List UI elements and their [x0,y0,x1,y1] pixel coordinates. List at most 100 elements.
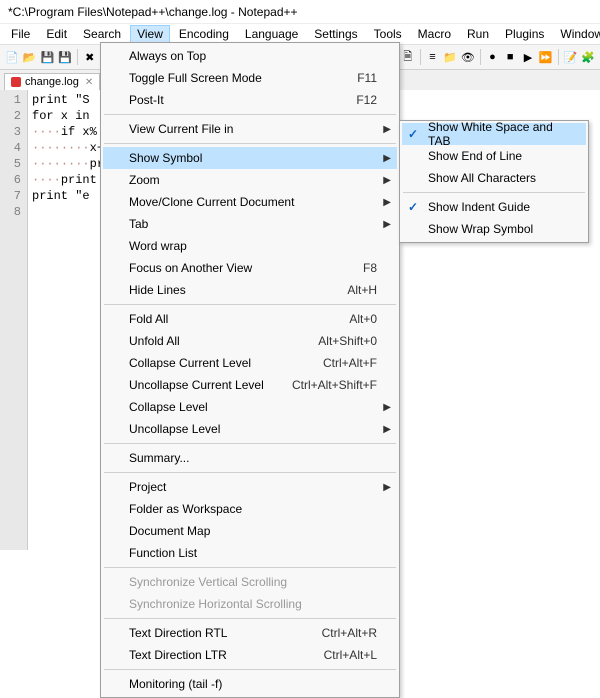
menu-item-accelerator: Ctrl+Alt+L [324,648,377,662]
menu-item-collapse-current-level[interactable]: Collapse Current LevelCtrl+Alt+F [103,352,397,374]
toolbar-separator [480,49,481,65]
menu-item-accelerator: Ctrl+Alt+Shift+F [292,378,377,392]
menu-language[interactable]: Language [238,25,305,43]
saveall-button[interactable]: 💾 [57,48,73,66]
menu-item-label: Unfold All [129,334,294,348]
docmap-button[interactable]: 🗎 [400,48,416,66]
stop-button[interactable]: ■ [502,48,518,66]
menu-item-zoom[interactable]: Zoom▶ [103,169,397,191]
menu-encoding[interactable]: Encoding [172,25,236,43]
menu-item-label: Project [129,480,377,494]
submenu-arrow-icon: ▶ [383,153,391,164]
note-button[interactable]: 📝 [562,48,578,66]
menu-item-label: Show White Space and TAB [428,120,576,148]
eye-button[interactable]: 👁 [460,48,476,66]
menu-item-text-direction-ltr[interactable]: Text Direction LTRCtrl+Alt+L [103,644,397,666]
new-button[interactable]: 📄 [4,48,20,66]
menu-item-label: Tab [129,217,377,231]
menu-plugins[interactable]: Plugins [498,25,551,43]
menu-item-hide-lines[interactable]: Hide LinesAlt+H [103,279,397,301]
menu-tools[interactable]: Tools [367,25,409,43]
menu-item-label: Show Wrap Symbol [428,222,576,236]
menu-item-accelerator: F12 [356,93,377,107]
menu-item-project[interactable]: Project ▶ [103,476,397,498]
menu-item-fold-all[interactable]: Fold AllAlt+0 [103,308,397,330]
submenu-arrow-icon: ▶ [383,197,391,208]
menu-item-label: Fold All [129,312,325,326]
menu-item-uncollapse-current-level[interactable]: Uncollapse Current LevelCtrl+Alt+Shift+F [103,374,397,396]
play-button[interactable]: ▶ [520,48,536,66]
menu-item-text-direction-rtl[interactable]: Text Direction RTLCtrl+Alt+R [103,622,397,644]
submenu-arrow-icon: ▶ [383,482,391,493]
save-button[interactable]: 💾 [39,48,55,66]
menu-file[interactable]: File [4,25,37,43]
menu-separator [403,192,585,193]
menu-item-label: Show Symbol [129,151,377,165]
menu-item-label: Collapse Current Level [129,356,299,370]
menu-item-always-on-top[interactable]: Always on Top [103,45,397,67]
menu-item-move-clone-current-document[interactable]: Move/Clone Current Document ▶ [103,191,397,213]
menu-item-uncollapse-level[interactable]: Uncollapse Level▶ [103,418,397,440]
menu-edit[interactable]: Edit [39,25,74,43]
menu-macro[interactable]: Macro [411,25,458,43]
menu-item-tab[interactable]: Tab▶ [103,213,397,235]
menu-settings[interactable]: Settings [307,25,364,43]
menu-item-show-end-of-line[interactable]: Show End of Line [402,145,586,167]
tab-change-log[interactable]: change.log ✕ [4,73,100,90]
rec-button[interactable]: ● [485,48,501,66]
line-number: 3 [4,124,21,140]
menu-item-document-map[interactable]: Document Map [103,520,397,542]
menu-item-label: Move/Clone Current Document [129,195,377,209]
line-number: 4 [4,140,21,156]
menu-separator [104,304,396,305]
menu-item-show-wrap-symbol[interactable]: Show Wrap Symbol [402,218,586,240]
menu-separator [104,567,396,568]
menu-item-show-symbol[interactable]: Show Symbol ▶ [103,147,397,169]
menu-item-view-current-file-in[interactable]: View Current File in ▶ [103,118,397,140]
menu-item-show-all-characters[interactable]: Show All Characters [402,167,586,189]
line-number: 2 [4,108,21,124]
menu-item-label: View Current File in [129,122,377,136]
menu-item-monitoring-tail-f[interactable]: Monitoring (tail -f) [103,673,397,695]
menu-item-show-white-space-and-tab[interactable]: ✓Show White Space and TAB [402,123,586,145]
open-button[interactable]: 📂 [22,48,38,66]
tab-label: change.log [25,76,79,88]
menu-item-label: Uncollapse Level [129,422,377,436]
menu-search[interactable]: Search [76,25,128,43]
menu-item-label: Text Direction RTL [129,626,298,640]
menu-item-summary[interactable]: Summary... [103,447,397,469]
menu-separator [104,472,396,473]
folder-button[interactable]: 📁 [442,48,458,66]
menu-item-accelerator: Alt+Shift+0 [318,334,377,348]
close-icon[interactable]: ✕ [85,77,93,88]
menu-item-show-indent-guide[interactable]: ✓Show Indent Guide [402,196,586,218]
menu-item-label: Monitoring (tail -f) [129,677,377,691]
menu-separator [104,618,396,619]
plugin-button[interactable]: 🧩 [580,48,596,66]
menu-item-synchronize-horizontal-scrolling: Synchronize Horizontal Scrolling [103,593,397,615]
menu-item-label: Focus on Another View [129,261,339,275]
menu-item-function-list[interactable]: Function List [103,542,397,564]
close-button[interactable]: ✖ [82,48,98,66]
menu-item-unfold-all[interactable]: Unfold All Alt+Shift+0 [103,330,397,352]
check-icon: ✓ [408,200,418,214]
playall-button[interactable]: ⏩ [538,48,554,66]
menu-item-collapse-level[interactable]: Collapse Level▶ [103,396,397,418]
menu-view[interactable]: View [130,25,170,43]
menubar: FileEditSearchViewEncodingLanguageSettin… [0,24,600,44]
menu-item-toggle-full-screen-mode[interactable]: Toggle Full Screen ModeF11 [103,67,397,89]
menu-run[interactable]: Run [460,25,496,43]
menu-item-post-it[interactable]: Post-ItF12 [103,89,397,111]
line-number: 7 [4,188,21,204]
menu-separator [104,143,396,144]
menu-item-word-wrap[interactable]: Word wrap [103,235,397,257]
submenu-arrow-icon: ▶ [383,124,391,135]
line-number: 1 [4,92,21,108]
show-symbol-submenu: ✓Show White Space and TABShow End of Lin… [399,120,589,243]
menu-window[interactable]: Window [553,25,600,43]
toolbar-separator [77,49,78,65]
menu-item-folder-as-workspace[interactable]: Folder as Workspace [103,498,397,520]
menu-item-focus-on-another-view[interactable]: Focus on Another ViewF8 [103,257,397,279]
funclist-button[interactable]: ≡ [425,48,441,66]
menu-item-label: Zoom [129,173,377,187]
